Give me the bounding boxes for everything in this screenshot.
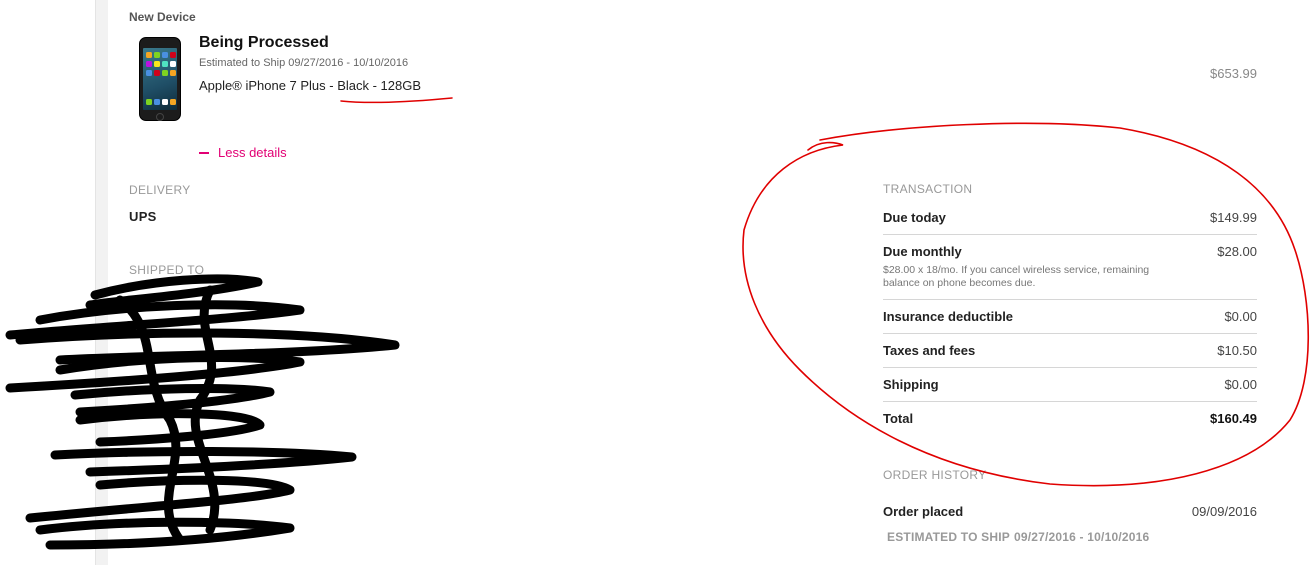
transaction-label: TRANSACTION — [883, 182, 973, 196]
tx-value: $10.50 — [1217, 343, 1257, 358]
less-details-label: Less details — [218, 145, 287, 160]
delivery-label: DELIVERY — [129, 183, 191, 197]
gutter-divider — [95, 0, 108, 565]
tx-label: Due today — [883, 210, 946, 225]
order-placed-date: 09/09/2016 — [1191, 504, 1257, 519]
estimated-ship-dates: 09/27/2016 - 10/10/2016 — [1013, 530, 1150, 544]
estimated-ship-label: ESTIMATED TO SHIP — [887, 530, 1010, 544]
tx-value: $149.99 — [1210, 210, 1257, 225]
transaction-summary: TRANSACTION Due today $149.99 Due monthl… — [883, 182, 1257, 444]
minus-icon — [199, 151, 209, 154]
transaction-row-total: Total $160.49 — [883, 411, 1257, 435]
order-history-label: ORDER HISTORY — [883, 468, 987, 482]
tx-value: $160.49 — [1210, 411, 1257, 426]
tx-value: $0.00 — [1224, 377, 1257, 392]
tx-value: $28.00 — [1217, 244, 1257, 259]
tx-value: $0.00 — [1224, 309, 1257, 324]
tx-label: Taxes and fees — [883, 343, 976, 358]
order-history: ORDER HISTORY Order placed 09/09/2016 ES… — [883, 468, 1257, 544]
estimated-ship-row: ESTIMATED TO SHIP 09/27/2016 - 10/10/2016 — [883, 530, 1257, 544]
tx-label: Shipping — [883, 377, 939, 392]
shipped-to-label: SHIPPED TO — [129, 263, 205, 277]
new-device-label: New Device — [129, 10, 196, 24]
transaction-row-insurance: Insurance deductible $0.00 — [883, 309, 1257, 334]
tx-label: Total — [883, 411, 914, 426]
delivery-method: UPS — [129, 209, 157, 224]
home-button-icon — [156, 113, 164, 121]
less-details-link[interactable]: Less details — [199, 145, 287, 160]
transaction-row-shipping: Shipping $0.00 — [883, 377, 1257, 402]
device-price: $653.99 — [1210, 66, 1257, 81]
red-underline-mark — [340, 97, 453, 104]
product-name: Apple® iPhone 7 Plus - Black - 128GB — [199, 78, 422, 93]
left-gutter — [0, 0, 95, 565]
tx-label: Insurance deductible — [883, 309, 1014, 324]
order-status-title: Being Processed — [199, 34, 329, 51]
order-placed-row: Order placed 09/09/2016 — [883, 504, 1257, 530]
transaction-row-taxes: Taxes and fees $10.50 — [883, 343, 1257, 368]
iphone-image — [139, 37, 181, 121]
ship-estimate-text: Estimated to Ship 09/27/2016 - 10/10/201… — [199, 57, 409, 69]
tx-label: Due monthly — [883, 244, 962, 259]
transaction-row-due-monthly: Due monthly $28.00 $28.00 x 18/mo. If yo… — [883, 244, 1257, 300]
transaction-row-due-today: Due today $149.99 — [883, 210, 1257, 235]
due-monthly-note: $28.00 x 18/mo. If you cancel wireless s… — [883, 264, 1150, 289]
phone-screen — [143, 48, 177, 110]
